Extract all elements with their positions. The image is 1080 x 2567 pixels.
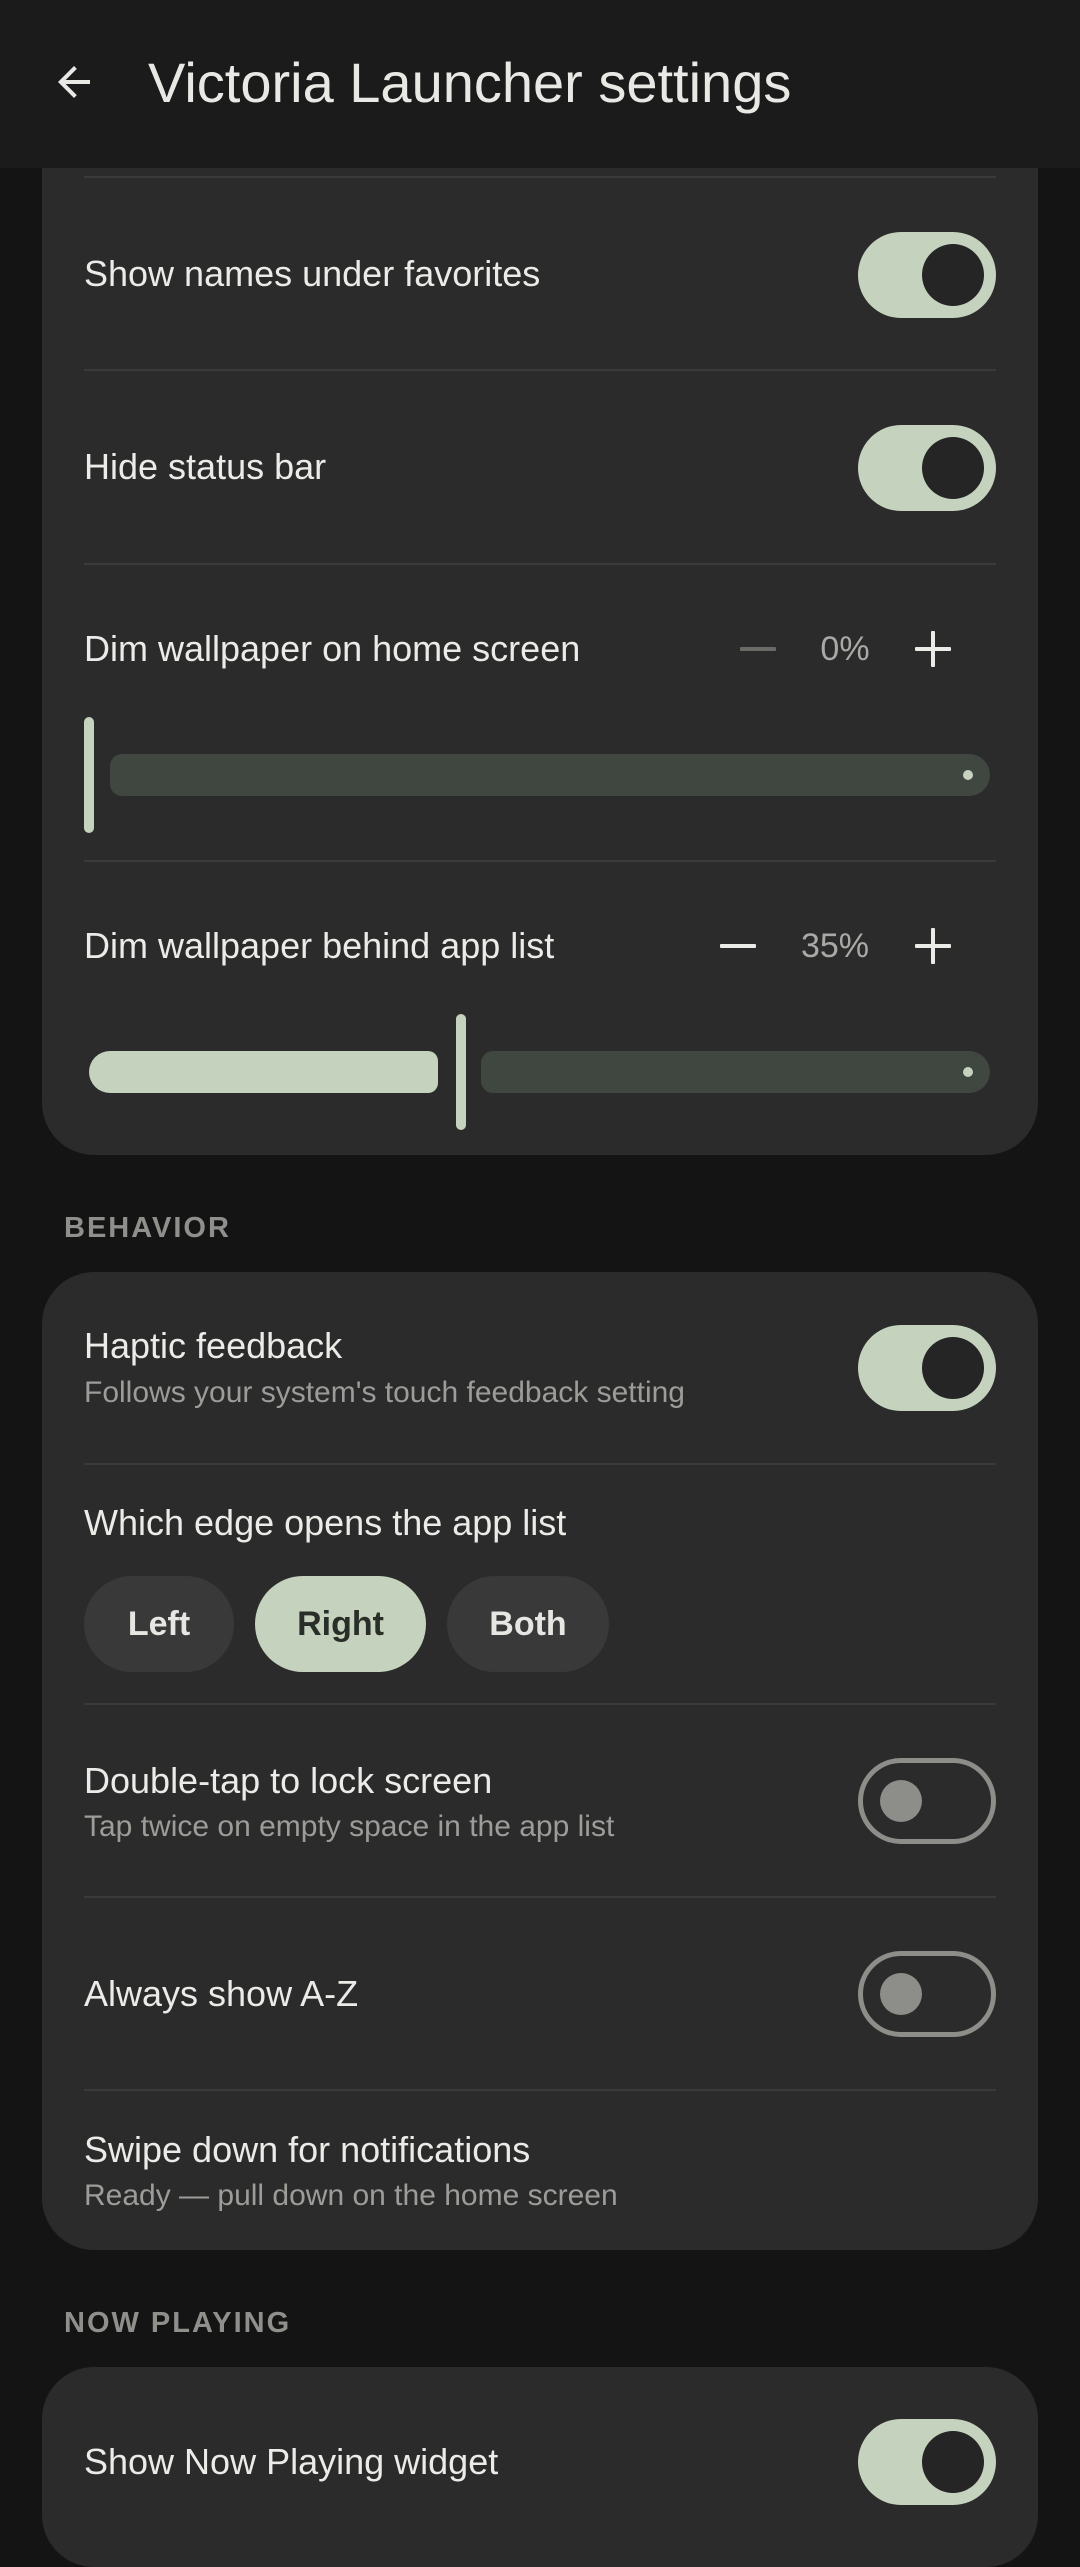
show-names-switch[interactable] (858, 232, 996, 318)
always-az-label: Always show A-Z (84, 1973, 359, 2014)
always-az-switch[interactable] (858, 1951, 996, 2037)
back-button[interactable] (44, 52, 104, 112)
divider (84, 1703, 996, 1705)
divider (84, 1463, 996, 1465)
slider-thumb[interactable] (84, 717, 94, 833)
double-tap-switch[interactable] (858, 1758, 996, 1844)
switch-knob (880, 1780, 922, 1822)
divider (84, 1896, 996, 1898)
now-playing-widget-label: Show Now Playing widget (84, 2441, 499, 2482)
plus-icon (915, 631, 951, 667)
slider-track-inactive (110, 754, 990, 796)
hide-status-bar-label: Hide status bar (84, 446, 327, 487)
slider-end-dot (963, 770, 973, 780)
swipe-down-label[interactable]: Swipe down for notifications (84, 2128, 530, 2172)
dim-home-decrease-button[interactable] (728, 619, 788, 679)
minus-icon (740, 647, 776, 651)
app-bar: Victoria Launcher settings (0, 0, 1080, 168)
slider-thumb[interactable] (456, 1014, 466, 1130)
section-header-behavior: BEHAVIOR (64, 1212, 231, 1244)
dim-home-value: 0% (820, 630, 870, 668)
switch-knob (922, 244, 984, 306)
divider (84, 860, 996, 862)
slider-track-active (89, 1051, 438, 1093)
dim-app-list-increase-button[interactable] (903, 916, 963, 976)
dim-app-list-label: Dim wallpaper behind app list (84, 925, 555, 966)
switch-knob (880, 1973, 922, 2015)
dim-home-increase-button[interactable] (903, 619, 963, 679)
haptic-description: Follows your system's touch feedback set… (84, 1376, 685, 1409)
haptic-label: Haptic feedback (84, 1325, 343, 1366)
now-playing-widget-switch[interactable] (858, 2419, 996, 2505)
divider (84, 176, 996, 178)
divider (84, 563, 996, 565)
switch-knob (922, 1337, 984, 1399)
plus-icon (915, 928, 951, 964)
dim-app-list-value: 35% (800, 927, 870, 965)
dim-app-list-decrease-button[interactable] (708, 916, 768, 976)
double-tap-label: Double-tap to lock screen (84, 1760, 493, 1801)
edge-option-left[interactable]: Left (84, 1576, 234, 1672)
hide-status-bar-switch[interactable] (858, 425, 996, 511)
section-header-now-playing: NOW PLAYING (64, 2307, 292, 2339)
slider-end-dot (963, 1067, 973, 1077)
show-names-label: Show names under favorites (84, 253, 541, 294)
switch-knob (922, 437, 984, 499)
page-title: Victoria Launcher settings (148, 51, 792, 114)
arrow-left-icon (58, 66, 90, 98)
slider-track-inactive (481, 1051, 990, 1093)
divider (84, 2089, 996, 2091)
edge-option-both[interactable]: Both (447, 1576, 609, 1672)
divider (84, 369, 996, 371)
haptic-switch[interactable] (858, 1325, 996, 1411)
edge-label: Which edge opens the app list (84, 1502, 567, 1543)
swipe-down-description: Ready — pull down on the home screen (84, 2179, 618, 2212)
edge-option-right[interactable]: Right (255, 1576, 426, 1672)
minus-icon (720, 944, 756, 948)
double-tap-description: Tap twice on empty space in the app list (84, 1810, 615, 1843)
dim-home-label: Dim wallpaper on home screen (84, 628, 581, 669)
switch-knob (922, 2431, 984, 2493)
